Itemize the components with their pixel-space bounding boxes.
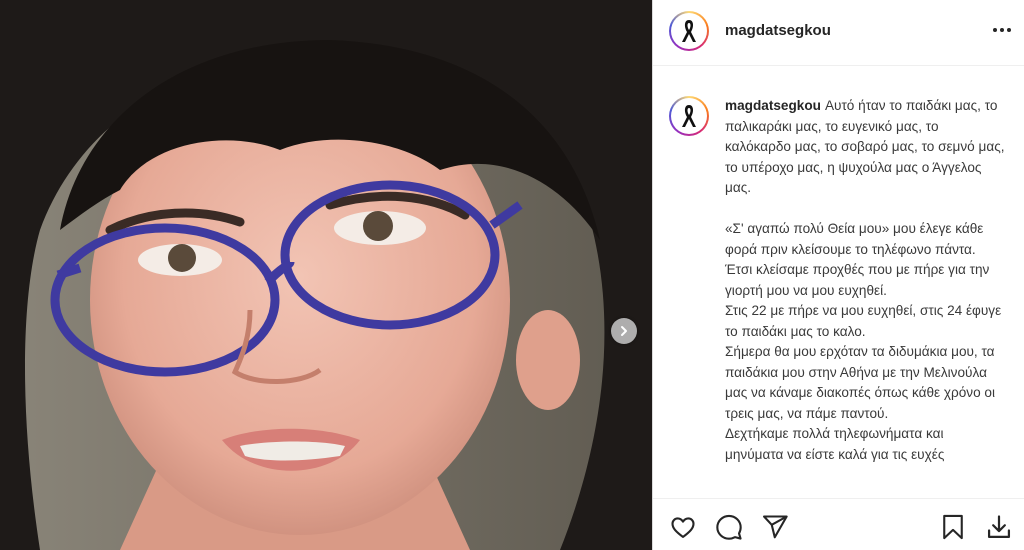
caption-username[interactable]: magdatsegkou (725, 98, 821, 113)
caption-area: magdatsegkou Αυτό ήταν το παιδάκι μας, το… (653, 66, 1024, 498)
send-icon (762, 515, 788, 539)
share-button[interactable] (761, 513, 789, 541)
chevron-right-icon (621, 326, 627, 336)
like-button[interactable] (669, 513, 697, 541)
save-button[interactable] (939, 513, 967, 541)
action-bar (653, 498, 1024, 550)
download-icon (987, 515, 1011, 539)
caption-paragraph: Δεχτήκαμε πολλά τηλεφωνήματα και μηνύματ… (725, 426, 945, 462)
mourning-ribbon-icon (682, 105, 696, 127)
avatar[interactable] (669, 11, 709, 51)
caption-paragraph: Έτσι κλείσαμε προχθές που με πήρε για τη… (725, 262, 990, 298)
header-username[interactable]: magdatsegkou (725, 22, 831, 39)
download-button[interactable] (985, 513, 1013, 541)
post-header: magdatsegkou (653, 0, 1024, 66)
comment-button[interactable] (715, 513, 743, 541)
post-photo[interactable] (0, 0, 652, 550)
caption-paragraph: Στις 22 με πήρε να μου ευχηθεί, στις 24 … (725, 303, 1002, 339)
caption-avatar[interactable] (669, 96, 709, 136)
caption-paragraph: «Σ' αγαπώ πολύ Θεία μου» μου έλεγε κάθε … (725, 221, 984, 257)
more-horizontal-icon (993, 28, 997, 32)
caption-text: magdatsegkou Αυτό ήταν το παιδάκι μας, το… (725, 96, 1005, 465)
bookmark-icon (943, 514, 963, 540)
caption-paragraph: Σήμερα θα μου ερχόταν τα διδυμάκια μου, … (725, 344, 996, 421)
mourning-ribbon-icon (682, 20, 696, 42)
portrait-image (0, 0, 652, 550)
more-options-button[interactable] (989, 20, 1015, 40)
comment-icon (716, 514, 742, 540)
carousel-next-button[interactable] (611, 318, 637, 344)
post-side-panel: magdatsegkou magdatsegkou Αυτό ήταν το πα… (652, 0, 1024, 550)
heart-icon (671, 517, 695, 538)
